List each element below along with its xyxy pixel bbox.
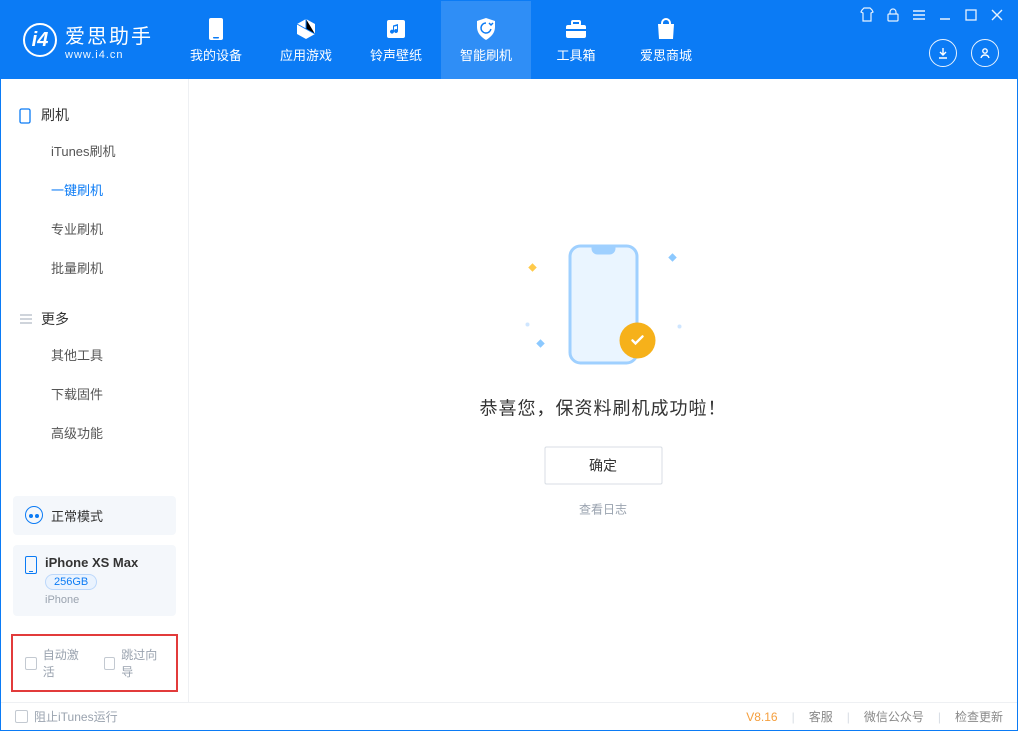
nav-ringtones[interactable]: 铃声壁纸 (351, 1, 441, 79)
shield-icon (474, 17, 498, 41)
nav-flash[interactable]: 智能刷机 (441, 1, 531, 79)
nav-label: 爱思商城 (640, 45, 692, 64)
nav-my-device[interactable]: 我的设备 (171, 1, 261, 79)
list-icon (19, 312, 33, 326)
device-name: iPhone XS Max (45, 555, 138, 570)
device-icon (204, 17, 228, 41)
nav-label: 智能刷机 (460, 45, 512, 64)
device-card[interactable]: iPhone XS Max 256GB iPhone (13, 545, 176, 616)
nav-label: 应用游戏 (280, 45, 332, 64)
app-name: 爱思助手 (65, 20, 153, 49)
checkbox-block-itunes[interactable]: 阻止iTunes运行 (15, 708, 118, 725)
sidebar-item-itunes[interactable]: iTunes刷机 (1, 131, 188, 170)
checkbox-auto-activate[interactable]: 自动激活 (25, 646, 86, 680)
sidebar-item-batch[interactable]: 批量刷机 (1, 248, 188, 287)
music-icon (384, 17, 408, 41)
sidebar-item-oneclick[interactable]: 一键刷机 (1, 170, 188, 209)
user-button[interactable] (971, 39, 999, 67)
sidebar-group-more: 更多 其他工具 下载固件 高级功能 (1, 295, 188, 460)
header-actions (929, 39, 999, 67)
checkbox-skip-guide[interactable]: 跳过向导 (104, 646, 165, 680)
nav-label: 工具箱 (556, 45, 595, 64)
option-row-highlighted: 自动激活 跳过向导 (11, 634, 178, 692)
version-label: V8.16 (746, 710, 777, 724)
body: 刷机 iTunes刷机 一键刷机 专业刷机 批量刷机 更多 其他工具 下载固件 … (1, 79, 1017, 702)
download-button[interactable] (929, 39, 957, 67)
success-message: 恭喜您，保资料刷机成功啦！ (480, 394, 727, 420)
checkbox-icon (15, 710, 28, 723)
phone-icon (25, 556, 37, 574)
main-content: 恭喜您，保资料刷机成功啦！ 确定 查看日志 (189, 79, 1017, 702)
phone-outline-icon (19, 108, 33, 122)
footer-right: V8.16 | 客服 | 微信公众号 | 检查更新 (746, 708, 1003, 725)
sidebar-item-advanced[interactable]: 高级功能 (1, 413, 188, 452)
logo[interactable]: i4 爱思助手 www.i4.cn (1, 20, 163, 61)
minimize-icon[interactable] (937, 7, 953, 23)
mode-label: 正常模式 (51, 506, 103, 525)
tshirt-icon[interactable] (859, 7, 875, 23)
sidebar-item-firmware[interactable]: 下载固件 (1, 374, 188, 413)
nav-label: 我的设备 (190, 45, 242, 64)
footer-link-wechat[interactable]: 微信公众号 (864, 708, 924, 725)
mode-icon (25, 506, 43, 524)
nav-label: 铃声壁纸 (370, 45, 422, 64)
footer-link-update[interactable]: 检查更新 (955, 708, 1003, 725)
sidebar-group-flash: 刷机 iTunes刷机 一键刷机 专业刷机 批量刷机 (1, 91, 188, 295)
checkbox-label: 自动激活 (43, 646, 86, 680)
toolbox-icon (564, 17, 588, 41)
checkmark-badge-icon (619, 322, 655, 358)
ok-button[interactable]: 确定 (544, 446, 662, 484)
window-controls (859, 7, 1005, 23)
logo-text: 爱思助手 www.i4.cn (65, 20, 153, 61)
device-panel: 正常模式 iPhone XS Max 256GB iPhone (1, 496, 188, 634)
checkbox-icon (104, 657, 116, 670)
sidebar-item-pro[interactable]: 专业刷机 (1, 209, 188, 248)
cube-icon (294, 17, 318, 41)
sidebar-group-title: 更多 (41, 309, 69, 329)
top-nav: 我的设备 应用游戏 铃声壁纸 智能刷机 工具箱 爱思商城 (171, 1, 711, 79)
lock-icon[interactable] (885, 7, 901, 23)
maximize-icon[interactable] (963, 7, 979, 23)
nav-store[interactable]: 爱思商城 (621, 1, 711, 79)
app-header: i4 爱思助手 www.i4.cn 我的设备 应用游戏 铃声壁纸 智能刷机 工具… (1, 1, 1017, 79)
close-icon[interactable] (989, 7, 1005, 23)
device-storage: 256GB (45, 574, 97, 590)
checkbox-label: 跳过向导 (121, 646, 164, 680)
sidebar-item-other[interactable]: 其他工具 (1, 335, 188, 374)
app-site: www.i4.cn (65, 49, 153, 61)
sidebar-head-flash[interactable]: 刷机 (1, 99, 188, 131)
bag-icon (654, 17, 678, 41)
sidebar-head-more[interactable]: 更多 (1, 303, 188, 335)
device-type: iPhone (45, 594, 138, 606)
success-panel: 恭喜您，保资料刷机成功啦！ 确定 查看日志 (480, 236, 727, 517)
sidebar: 刷机 iTunes刷机 一键刷机 专业刷机 批量刷机 更多 其他工具 下载固件 … (1, 79, 189, 702)
view-log-link[interactable]: 查看日志 (579, 500, 627, 517)
checkbox-icon (25, 657, 37, 670)
menu-icon[interactable] (911, 7, 927, 23)
nav-apps[interactable]: 应用游戏 (261, 1, 351, 79)
device-info: iPhone XS Max 256GB iPhone (45, 555, 138, 606)
sidebar-scroll: 刷机 iTunes刷机 一键刷机 专业刷机 批量刷机 更多 其他工具 下载固件 … (1, 79, 188, 496)
footer-link-service[interactable]: 客服 (809, 708, 833, 725)
mode-card[interactable]: 正常模式 (13, 496, 176, 535)
checkbox-label: 阻止iTunes运行 (34, 708, 118, 725)
nav-toolbox[interactable]: 工具箱 (531, 1, 621, 79)
logo-icon: i4 (23, 23, 57, 57)
status-bar: 阻止iTunes运行 V8.16 | 客服 | 微信公众号 | 检查更新 (1, 702, 1017, 730)
sidebar-group-title: 刷机 (41, 105, 69, 125)
success-illustration (523, 236, 683, 376)
